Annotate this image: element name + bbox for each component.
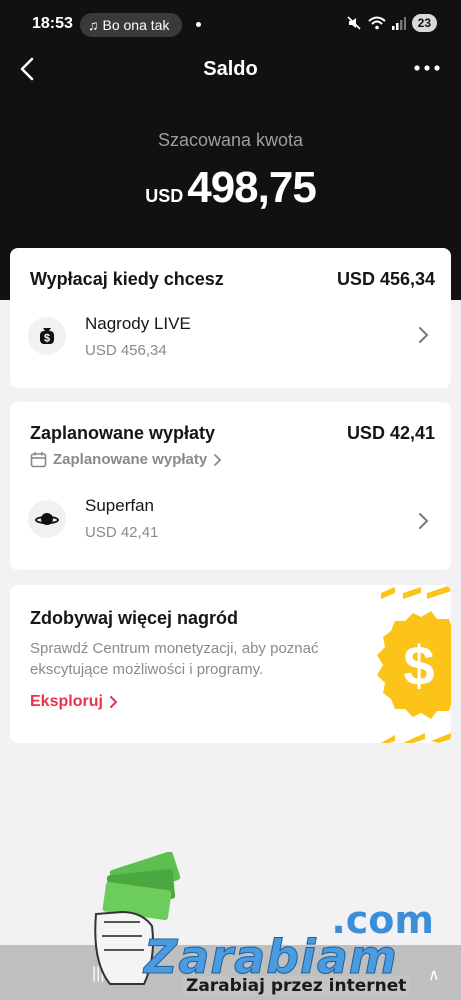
calendar-icon xyxy=(30,452,47,468)
scheduled-amount: USD 42,41 xyxy=(346,423,435,443)
music-note-icon: ♫ xyxy=(88,17,99,33)
nav-bar: Saldo xyxy=(0,50,461,88)
media-title: Bo ona tak xyxy=(102,17,170,33)
chevron-right-icon xyxy=(109,696,118,708)
live-rewards-row[interactable]: $ Nagrody LIVE USD 456,34 xyxy=(10,306,451,366)
signal-icon xyxy=(391,17,406,30)
explore-label: Eksploruj xyxy=(30,693,103,710)
estimated-balance: USD 498,75 xyxy=(0,163,461,213)
more-dots-icon xyxy=(414,65,440,71)
live-rewards-amount: USD 456,34 xyxy=(85,342,167,359)
promo-description: Sprawdź Centrum monetyzacji, aby poznać … xyxy=(30,640,319,678)
superfan-amount: USD 42,41 xyxy=(85,524,159,541)
mute-icon xyxy=(347,16,361,30)
planet-icon xyxy=(28,500,66,538)
promo-card: Zdobywaj więcej nagród Sprawdź Centrum m… xyxy=(10,585,451,743)
svg-text:$: $ xyxy=(44,333,50,345)
media-pill[interactable]: ♫ Bo ona tak xyxy=(80,13,182,37)
withdraw-amount: USD 456,34 xyxy=(336,269,435,289)
withdraw-title: Wypłacaj kiedy chcesz xyxy=(30,269,224,289)
status-time: 18:53 xyxy=(32,15,73,32)
promo-title: Zdobywaj więcej nagród xyxy=(30,608,239,628)
page-title: Saldo xyxy=(203,58,258,80)
status-icons: 23 xyxy=(346,14,437,32)
withdraw-card: Wypłacaj kiedy chcesz USD 456,34 $ Nagro… xyxy=(10,248,451,388)
superfan-row[interactable]: Superfan USD 42,41 xyxy=(10,488,451,548)
live-rewards-label: Nagrody LIVE xyxy=(85,314,191,333)
chevron-right-icon xyxy=(419,513,429,529)
estimated-balance-label: Szacowana kwota xyxy=(157,130,304,150)
dollar-bag-icon: $ xyxy=(28,317,66,355)
chevron-right-icon xyxy=(419,327,429,343)
superfan-label: Superfan xyxy=(85,496,154,515)
scheduled-title: Zaplanowane wypłaty xyxy=(30,423,216,443)
more-options-button[interactable] xyxy=(413,58,441,78)
balance-currency: USD xyxy=(145,186,184,206)
wifi-icon xyxy=(367,16,386,30)
chevron-right-icon xyxy=(214,453,222,466)
dollar-coin-icon: $ xyxy=(377,585,451,743)
scheduled-link-label: Zaplanowane wypłaty xyxy=(53,451,208,468)
battery-indicator: 23 xyxy=(411,14,437,32)
watermark-logo: .com Zarabiam Zarabiaj przez internet xyxy=(82,852,452,1000)
svg-text:$: $ xyxy=(403,634,434,697)
explore-link[interactable]: Eksploruj xyxy=(30,693,118,711)
watermark-tagline: Zarabiaj przez internet xyxy=(182,976,411,996)
scheduled-payouts-link[interactable]: Zaplanowane wypłaty xyxy=(30,451,222,468)
status-bar: 18:53 ♫ Bo ona tak 23 xyxy=(0,0,461,50)
balance-value: 498,75 xyxy=(187,163,317,212)
scheduled-card: Zaplanowane wypłaty USD 42,41 Zaplanowan… xyxy=(10,402,451,570)
notification-dot xyxy=(196,22,201,27)
